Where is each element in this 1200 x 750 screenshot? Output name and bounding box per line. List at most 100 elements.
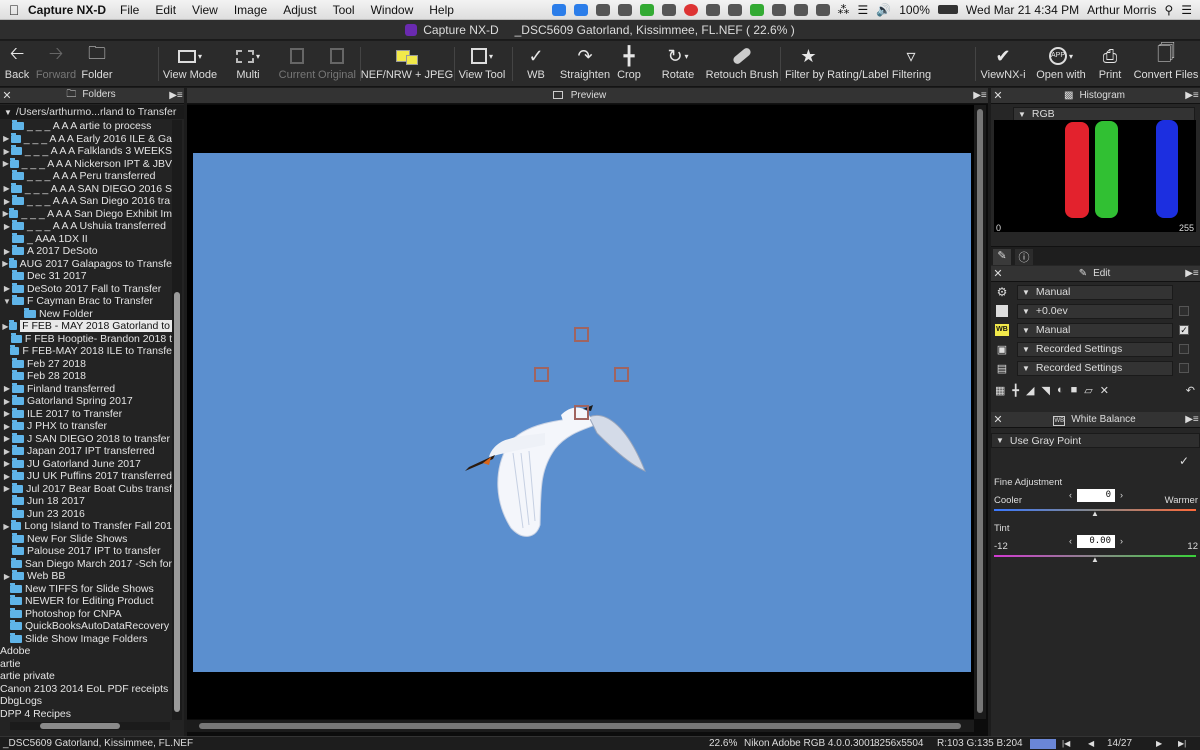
filter-button[interactable]: ★ ▿ Filter by Rating/Label Filtering	[784, 41, 932, 87]
battery-percent[interactable]: 100%	[899, 3, 930, 17]
folder-tree-item[interactable]: ▶ F FEB - MAY 2018 Gatorland to	[0, 320, 172, 333]
disclosure-closed-icon[interactable]: ▶	[2, 447, 12, 456]
disclosure-closed-icon[interactable]: ▶	[2, 409, 12, 418]
folder-tree-item[interactable]: _ AAA 1DX II	[0, 232, 172, 246]
tab-edit[interactable]: ✎	[993, 249, 1011, 265]
menu-help[interactable]: Help	[429, 3, 454, 17]
folder-tree-item[interactable]: Jun 18 2017	[0, 495, 172, 508]
histogram-channel-select[interactable]: ▼ RGB	[1013, 107, 1195, 121]
disclosure-closed-icon[interactable]: ▶	[2, 134, 11, 143]
view-mode-button[interactable]: ▾ View Mode	[163, 41, 217, 87]
image-canvas[interactable]	[187, 105, 974, 719]
notes-icon[interactable]	[727, 3, 742, 16]
folder-tree-item[interactable]: ▶ Web BB	[0, 570, 172, 583]
folder-tree-item[interactable]: ▶ Long Island to Transfer Fall 201	[0, 520, 172, 533]
app-sync-icon[interactable]	[661, 3, 676, 16]
recorded-settings-select-2[interactable]: ▼ Recorded Settings	[1017, 360, 1173, 376]
folder-tree-item[interactable]: San Diego March 2017 -Sch for	[0, 557, 172, 571]
folder-tree-item[interactable]: ▶ _ _ _ A A A SAN DIEGO 2016 S	[0, 182, 172, 196]
folder-tree-item[interactable]: Feb 28 2018	[0, 370, 172, 383]
folder-tree-item[interactable]: ▶ _ _ _ A A A San Diego 2016 tra	[0, 195, 172, 208]
volume-icon[interactable]: 🔊	[876, 3, 891, 17]
disclosure-closed-icon[interactable]: ▶	[2, 572, 12, 581]
folder-tree-item[interactable]: Photoshop for CNPA	[0, 607, 172, 621]
app-menu[interactable]: Capture NX-D	[28, 3, 106, 17]
cloud-icon[interactable]	[595, 3, 610, 16]
exposure-select[interactable]: ▼ +0.0ev	[1017, 303, 1173, 319]
folder-tree-item[interactable]: New For Slide Shows	[0, 532, 172, 546]
clipboard-icon[interactable]	[771, 3, 786, 16]
white-balance-select[interactable]: ▼ Manual	[1017, 322, 1173, 338]
sync-icon[interactable]	[815, 3, 830, 16]
folder-tree-item[interactable]: ▶ _ _ _ A A A Early 2016 ILE & Ga	[0, 132, 172, 146]
record-icon[interactable]	[683, 3, 698, 16]
dropbox-icon[interactable]	[573, 3, 588, 16]
menu-view[interactable]: View	[192, 3, 218, 17]
disclosure-open-icon[interactable]: ▼	[2, 297, 12, 306]
folder-tree-item[interactable]: New Folder	[0, 307, 172, 321]
disclosure-closed-icon[interactable]: ▶	[2, 397, 12, 406]
rotate-button[interactable]: ↻ ▾ Rotate	[660, 41, 696, 87]
chevron-right-icon[interactable]: ›	[1120, 536, 1123, 546]
view-tool-button[interactable]: ▾ View Tool	[458, 41, 506, 87]
skype-icon[interactable]	[551, 3, 566, 16]
folder-tree-item[interactable]: ▶ J SAN DIEGO 2018 to transfer	[0, 432, 172, 446]
disclosure-closed-icon[interactable]: ▶	[2, 484, 12, 493]
disclosure-closed-icon[interactable]: ▶	[2, 422, 12, 431]
bluetooth-icon[interactable]: ⁂	[838, 3, 850, 17]
folder-tree-item[interactable]: Adobe	[0, 645, 172, 658]
notification-center-icon[interactable]: ☰	[1181, 3, 1192, 17]
panel-menu-icon[interactable]: ▶≡	[1184, 90, 1200, 101]
viewnxi-button[interactable]: ✔ ViewNX-i	[980, 41, 1026, 87]
folder-tree-item[interactable]: Palouse 2017 IPT to transfer	[0, 545, 172, 558]
folder-tree-item[interactable]: F FEB Hooptie- Brandon 2018 t	[0, 332, 172, 346]
folder-tree-item[interactable]: DPP 4 Recipes	[0, 708, 172, 721]
folder-tree-item[interactable]: F FEB-MAY 2018 ILE to Transfe	[0, 345, 172, 358]
spotlight-icon[interactable]: ⚲	[1164, 3, 1173, 17]
straighten-button[interactable]: ↷ Straighten	[560, 41, 610, 87]
disclosure-closed-icon[interactable]: ▶	[2, 284, 12, 293]
menu-file[interactable]: File	[120, 3, 139, 17]
menu-tool[interactable]: Tool	[333, 3, 355, 17]
folder-tree-item[interactable]: Dec 31 2017	[0, 270, 172, 283]
photo-snowy-egret-in-flight[interactable]	[193, 153, 971, 672]
wb-button[interactable]: ✓ WB	[520, 41, 552, 87]
scrollbar-thumb[interactable]	[40, 723, 120, 729]
disclosure-closed-icon[interactable]: ▶	[2, 184, 11, 193]
menu-adjust[interactable]: Adjust	[283, 3, 316, 17]
folder-tree-item[interactable]: ▶ Japan 2017 IPT transferred	[0, 445, 172, 458]
close-icon[interactable]: ✕	[991, 89, 1005, 102]
multi-button[interactable]: ▾ Multi	[231, 41, 265, 87]
folder-tree-item[interactable]: ▶ JU UK Puffins 2017 transferred	[0, 470, 172, 483]
disclosure-closed-icon[interactable]: ▶	[2, 209, 9, 218]
folder-tree-item[interactable]: Slide Show Image Folders	[0, 632, 172, 646]
folder-tree-item[interactable]: ▼ F Cayman Brac to Transfer	[0, 295, 172, 308]
scrollbar-thumb[interactable]	[199, 723, 961, 729]
print-button[interactable]: ⎙ Print	[1096, 41, 1124, 87]
disclosure-closed-icon[interactable]: ▶	[2, 459, 12, 468]
sharpen-icon[interactable]: ▱	[1084, 384, 1092, 400]
wifi-icon[interactable]: ☰	[858, 3, 869, 17]
folder-tree-hscrollbar[interactable]	[10, 722, 170, 730]
picture-control-select[interactable]: ▼ Manual	[1017, 284, 1173, 300]
folder-tree-item[interactable]: ▶ Jul 2017 Bear Boat Cubs transf	[0, 482, 172, 496]
menu-edit[interactable]: Edit	[155, 3, 176, 17]
retouch-icon[interactable]: ✕	[1100, 384, 1109, 400]
curves-icon[interactable]: ◥	[1042, 384, 1050, 400]
panel-menu-icon[interactable]: ▶≡	[972, 90, 988, 101]
folder-tree-item[interactable]: artie	[0, 658, 172, 671]
disclosure-closed-icon[interactable]: ▶	[2, 159, 10, 168]
current-button[interactable]: Current	[278, 41, 316, 87]
wb-mode-select[interactable]: ▼ Use Gray Point	[991, 433, 1200, 448]
fine-adjustment-input[interactable]: 0	[1077, 489, 1115, 502]
folder-tree-item[interactable]: ▶ _ _ _ A A A Ushuia transferred	[0, 220, 172, 233]
nav-prev-icon[interactable]: ◀	[1088, 737, 1094, 750]
nef-jpeg-button[interactable]: NEF/NRW + JPEG	[361, 41, 453, 87]
folder-tree-scrollbar[interactable]	[172, 120, 182, 720]
menu-window[interactable]: Window	[371, 3, 414, 17]
disclosure-closed-icon[interactable]: ▶	[2, 147, 11, 156]
folder-tree-item[interactable]: ▶ AUG 2017 Galapagos to Transfe	[0, 257, 172, 271]
scrollbar-thumb[interactable]	[174, 292, 180, 712]
tint-input[interactable]: 0.00	[1077, 535, 1115, 548]
app-5-icon[interactable]	[639, 3, 654, 16]
